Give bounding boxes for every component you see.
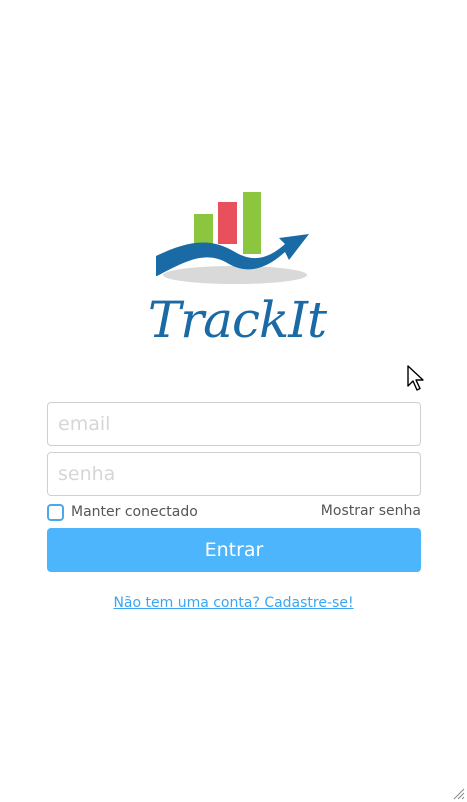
chart-logo-icon: [156, 192, 309, 284]
resize-grip-icon[interactable]: [453, 788, 465, 800]
remember-me-label: Manter conectado: [71, 504, 198, 520]
password-input[interactable]: [47, 452, 421, 496]
mouse-pointer-icon: [407, 365, 424, 391]
signup-link[interactable]: Não tem uma conta? Cadastre-se!: [0, 595, 467, 611]
brand-wordmark: TrackIt: [147, 291, 327, 349]
trackit-logo: TrackIt: [147, 190, 327, 355]
login-page: TrackIt Manter conectado Mostrar senha E…: [0, 0, 467, 802]
remember-me-toggle[interactable]: Manter conectado: [47, 502, 198, 522]
email-input[interactable]: [47, 402, 421, 446]
login-button[interactable]: Entrar: [47, 528, 421, 572]
remember-me-checkbox[interactable]: [47, 503, 64, 521]
show-password-button[interactable]: Mostrar senha: [321, 503, 421, 519]
